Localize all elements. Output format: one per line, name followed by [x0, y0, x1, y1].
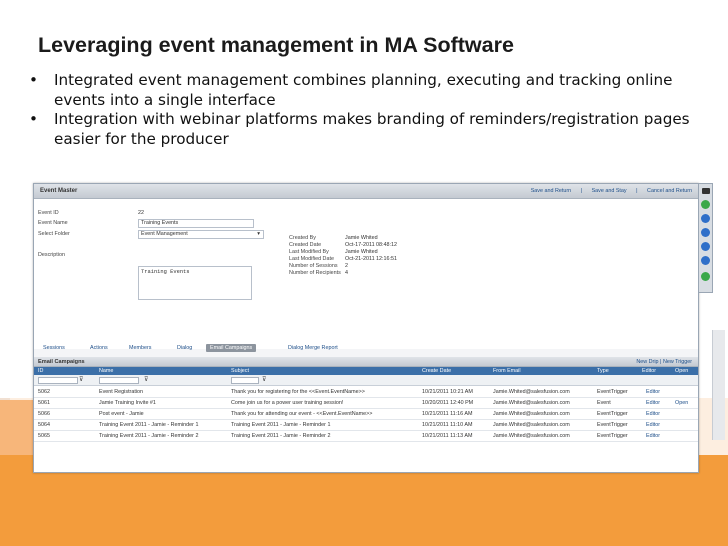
slide-title: Leveraging event management in MA Softwa…	[38, 33, 514, 57]
table-row[interactable]: 5064 Training Event 2011 - Jamie - Remin…	[34, 420, 698, 431]
tab-members[interactable]: Members	[129, 345, 151, 351]
name-filter-input[interactable]	[99, 377, 139, 384]
cancel-and-return-button[interactable]: Cancel and Return	[647, 188, 692, 194]
editor-link[interactable]: Editor	[646, 411, 660, 417]
filter-icon[interactable]: ⊽	[79, 376, 83, 383]
column-header-type[interactable]: Type	[597, 368, 609, 374]
tab-dialog[interactable]: Dialog	[177, 345, 192, 351]
event-name-input[interactable]: Training Events	[138, 219, 254, 228]
bullet-marker: •	[29, 71, 38, 89]
column-header-editor[interactable]: Editor	[642, 368, 656, 374]
select-folder-label: Select Folder	[38, 231, 70, 237]
description-textarea[interactable]: Training Events	[138, 266, 252, 300]
meta-row: Number of Sessions 2	[289, 263, 348, 269]
grid-title: Email Campaigns	[38, 359, 85, 365]
tab-actions[interactable]: Actions	[90, 345, 108, 351]
filter-icon[interactable]: ⊽	[262, 376, 266, 383]
meta-row: Created Date Oct-17-2011 08:48:12	[289, 242, 398, 248]
right-scroll-panel[interactable]	[712, 330, 725, 440]
table-row[interactable]: 5061 Jamie Training Invite #1 Come join …	[34, 398, 698, 409]
grid-actions: New Drip | New Trigger	[636, 359, 692, 365]
column-header-create-date[interactable]: Create Date	[422, 368, 451, 374]
side-toolbar	[698, 183, 713, 293]
column-header-row: ID Name Subject Create Date From Email T…	[34, 367, 698, 375]
prev-icon[interactable]	[701, 228, 710, 237]
bullet-list: • Integrated event management combines p…	[29, 71, 719, 149]
editor-link[interactable]: Editor	[646, 422, 660, 428]
grid-header: Email Campaigns New Drip | New Trigger	[34, 357, 698, 367]
toolbar-divider: |	[580, 188, 583, 194]
column-header-open[interactable]: Open	[675, 368, 688, 374]
table-row[interactable]: 5062 Event Registration Thank you for re…	[34, 387, 698, 398]
help-icon[interactable]	[701, 214, 710, 223]
window-toolbar: Event Master Save and Return | Save and …	[34, 184, 698, 199]
bullet-marker: •	[29, 110, 38, 128]
toolbar-actions: Save and Return | Save and Stay | Cancel…	[523, 188, 692, 194]
window-title: Event Master	[40, 188, 78, 194]
screen-icon[interactable]	[701, 188, 710, 194]
tab-email-campaigns[interactable]: Email Campaigns	[206, 344, 257, 352]
meta-row: Last Modified Date Oct-21-2011 12:16:51	[289, 256, 398, 262]
settings-icon[interactable]	[701, 272, 710, 281]
bullet-item: • Integrated event management combines p…	[29, 71, 719, 110]
next-icon[interactable]	[701, 242, 710, 251]
bullet-item: • Integration with webinar platforms mak…	[29, 110, 719, 149]
tab-dialog-merge-report[interactable]: Dialog Merge Report	[288, 345, 338, 351]
open-link[interactable]: Open	[675, 400, 688, 406]
bullet-text: Integration with webinar platforms makes…	[54, 110, 690, 148]
email-campaigns-grid: Email Campaigns New Drip | New Trigger I…	[34, 357, 698, 472]
description-label: Description	[38, 252, 65, 258]
filter-icon[interactable]: ⊽	[144, 376, 148, 383]
tab-sessions[interactable]: Sessions	[43, 345, 65, 351]
chevron-down-icon: ▾	[257, 231, 260, 237]
subject-filter-input[interactable]	[231, 377, 259, 384]
meta-row: Created By Jamie Whited	[289, 235, 378, 241]
event-form: Event ID 22 Event Name Training Events S…	[34, 199, 698, 349]
toolbar-divider: |	[636, 188, 638, 194]
chat-icon[interactable]	[701, 200, 710, 209]
event-master-window: Event Master Save and Return | Save and …	[33, 183, 699, 473]
meta-row: Last Modified By Jamie Whited	[289, 249, 378, 255]
save-and-return-button[interactable]: Save and Return	[531, 188, 571, 194]
new-trigger-button[interactable]: New Trigger	[663, 359, 692, 365]
table-row[interactable]: 5065 Training Event 2011 - Jamie - Remin…	[34, 431, 698, 442]
event-name-label: Event Name	[38, 220, 68, 226]
select-folder-dropdown[interactable]: Event Management ▾	[138, 230, 264, 239]
event-id-value: 22	[138, 210, 144, 216]
tab-bar: Sessions Actions Members Dialog Email Ca…	[34, 344, 698, 353]
id-filter-input[interactable]	[38, 377, 78, 384]
column-header-id[interactable]: ID	[38, 368, 43, 374]
new-drip-button[interactable]: New Drip	[636, 359, 658, 365]
column-header-name[interactable]: Name	[99, 368, 113, 374]
table-row[interactable]: 5066 Post event - Jamie Thank you for at…	[34, 409, 698, 420]
refresh-icon[interactable]	[701, 256, 710, 265]
meta-row: Number of Recipients 4	[289, 270, 348, 276]
editor-link[interactable]: Editor	[646, 389, 660, 395]
select-folder-value: Event Management	[141, 231, 188, 237]
event-metadata: Created By Jamie Whited Created Date Oct-1…	[289, 235, 397, 277]
save-and-stay-button[interactable]: Save and Stay	[592, 188, 627, 194]
bullet-text: Integrated event management combines pla…	[54, 71, 673, 109]
editor-link[interactable]: Editor	[646, 433, 660, 439]
column-header-from-email[interactable]: From Email	[493, 368, 521, 374]
filter-row: ⊽ ⊽ ⊽	[34, 375, 698, 386]
event-id-label: Event ID	[38, 210, 59, 216]
column-header-subject[interactable]: Subject	[231, 368, 249, 374]
editor-link[interactable]: Editor	[646, 400, 660, 406]
